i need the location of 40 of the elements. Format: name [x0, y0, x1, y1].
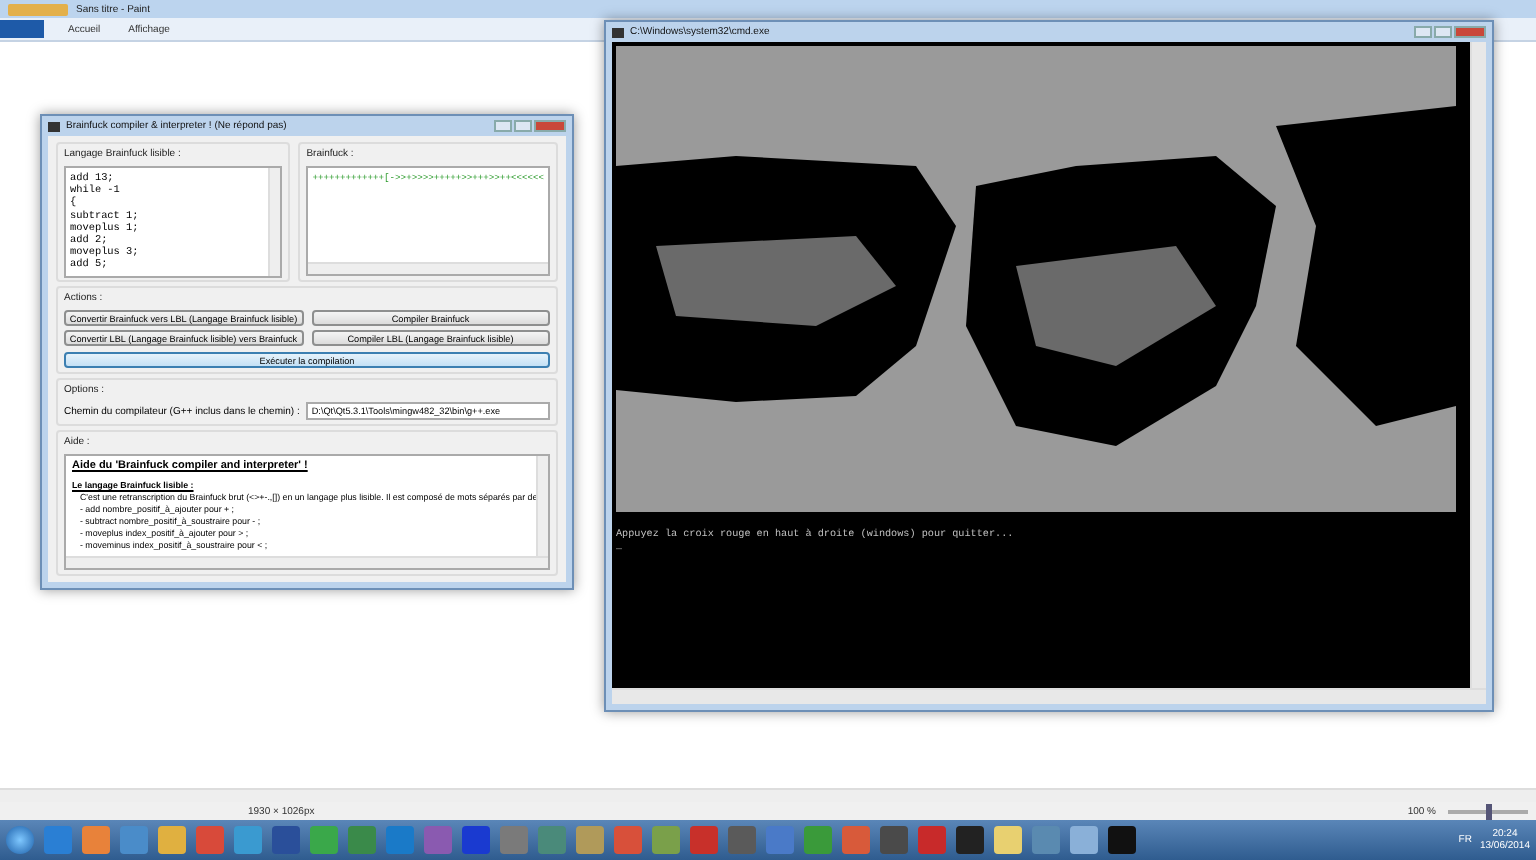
app-icon[interactable]	[804, 826, 832, 854]
close-button[interactable]	[1454, 26, 1486, 38]
app-icon[interactable]	[614, 826, 642, 854]
app-icon[interactable]	[690, 826, 718, 854]
app-icon[interactable]	[82, 826, 110, 854]
app-icon[interactable]	[728, 826, 756, 854]
close-button[interactable]	[534, 120, 566, 132]
app-icon[interactable]	[462, 826, 490, 854]
app-icon[interactable]	[234, 826, 262, 854]
app-icon[interactable]	[918, 826, 946, 854]
minimize-button[interactable]	[1414, 26, 1432, 38]
file-menu-button[interactable]	[0, 20, 44, 38]
app-icon[interactable]	[1108, 826, 1136, 854]
app-icon[interactable]	[44, 826, 72, 854]
app-icon[interactable]	[538, 826, 566, 854]
app-icon	[48, 121, 60, 131]
start-button[interactable]	[6, 826, 34, 854]
app-icon[interactable]	[348, 826, 376, 854]
app-icon[interactable]	[196, 826, 224, 854]
app-icon[interactable]	[120, 826, 148, 854]
app-icon[interactable]	[994, 826, 1022, 854]
app-icon[interactable]	[272, 826, 300, 854]
app-icon[interactable]	[576, 826, 604, 854]
app-icon[interactable]	[842, 826, 870, 854]
app-icon[interactable]	[310, 826, 338, 854]
maximize-button[interactable]	[1434, 26, 1452, 38]
app-icon[interactable]	[424, 826, 452, 854]
zoom-slider[interactable]	[1486, 803, 1492, 819]
app-icon[interactable]	[500, 826, 528, 854]
app-icon[interactable]	[956, 826, 984, 854]
app-icon[interactable]	[766, 826, 794, 854]
app-icon[interactable]	[158, 826, 186, 854]
maximize-button[interactable]	[514, 120, 532, 132]
app-icon[interactable]	[1070, 826, 1098, 854]
app-icon[interactable]	[386, 826, 414, 854]
app-icon[interactable]	[880, 826, 908, 854]
minimize-button[interactable]	[494, 120, 512, 132]
app-icon[interactable]	[652, 826, 680, 854]
console-icon	[612, 27, 624, 37]
app-icon[interactable]	[1032, 826, 1060, 854]
